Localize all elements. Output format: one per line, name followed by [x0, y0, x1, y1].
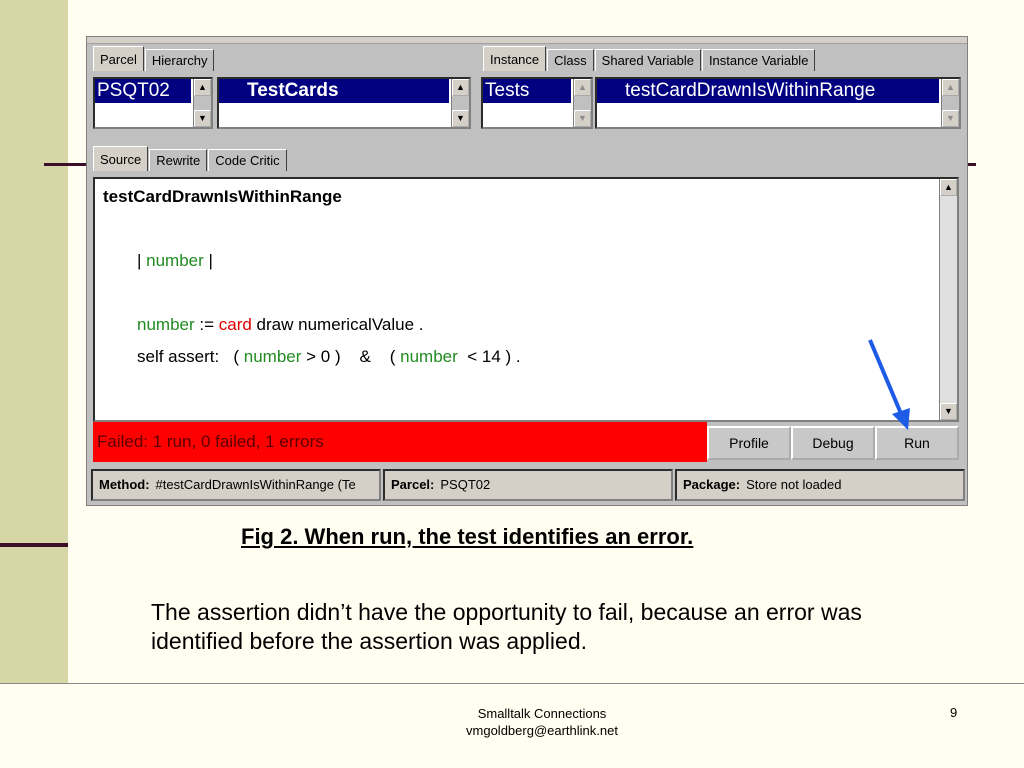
protocol-list-selected[interactable]: Tests — [483, 79, 571, 103]
window-top-strip — [87, 37, 967, 44]
class-list[interactable]: TestCards ▲ ▼ — [217, 77, 471, 129]
tab-code-critic[interactable]: Code Critic — [208, 149, 287, 171]
tab-source[interactable]: Source — [93, 146, 149, 171]
code-method-name: testCardDrawnIsWithinRange — [103, 187, 342, 206]
method-label: Method: — [99, 477, 150, 492]
slide-body-text: The assertion didn’t have the opportunit… — [151, 599, 862, 654]
tab-parcel[interactable]: Parcel — [93, 46, 144, 71]
tabs-parcel-hierarchy: Parcel Hierarchy — [93, 46, 215, 71]
page-number: 9 — [950, 705, 958, 720]
method-list[interactable]: testCardDrawnIsWithinRange ▲ ▼ — [595, 77, 961, 129]
code-line-assign: number := card draw numericalValue . — [137, 315, 424, 334]
package-value: Store not loaded — [746, 477, 842, 492]
decorative-line-bottom — [0, 543, 68, 547]
test-status-bar: Failed: 1 run, 0 failed, 1 errors — [93, 422, 707, 462]
scroll-up-icon[interactable]: ▲ — [940, 179, 957, 196]
scroll-down-icon[interactable]: ▼ — [452, 110, 469, 127]
scroll-up-icon[interactable]: ▲ — [452, 79, 469, 96]
annotation-arrow-icon — [868, 339, 910, 430]
parcel-label: Parcel: — [391, 477, 435, 492]
parcel-list-scrollbar[interactable]: ▲ ▼ — [193, 79, 211, 127]
method-info: Method: #testCardDrawnIsWithinRange (Te — [91, 469, 381, 501]
parcel-value: PSQT02 — [440, 477, 491, 492]
scroll-up-icon[interactable]: ▲ — [574, 79, 591, 96]
package-info: Package: Store not loaded — [675, 469, 965, 501]
decorative-line-top — [44, 163, 86, 166]
tab-instance-variable[interactable]: Instance Variable — [701, 49, 816, 71]
class-list-scrollbar[interactable]: ▲ ▼ — [451, 79, 469, 127]
footer-divider — [0, 683, 1024, 684]
code-line-assert: self assert: ( number > 0 ) & ( number <… — [137, 347, 521, 366]
tab-shared-variable[interactable]: Shared Variable — [594, 49, 701, 71]
package-label: Package: — [683, 477, 741, 492]
footer-title: Smalltalk Connections — [477, 706, 607, 721]
scroll-up-icon[interactable]: ▲ — [194, 79, 211, 96]
tab-hierarchy[interactable]: Hierarchy — [144, 49, 215, 71]
protocol-list-scrollbar[interactable]: ▲ ▼ — [573, 79, 591, 127]
browser-screenshot: Parcel Hierarchy Instance Class Shared V… — [86, 36, 968, 506]
figure-caption: Fig 2. When run, the test identifies an … — [241, 524, 694, 549]
profile-button[interactable]: Profile — [707, 426, 791, 460]
scroll-down-icon[interactable]: ▼ — [574, 110, 591, 127]
protocol-list[interactable]: Tests ▲ ▼ — [481, 77, 593, 129]
scroll-down-icon[interactable]: ▼ — [940, 403, 957, 420]
slide-sidebar — [0, 0, 68, 683]
decorative-line-right — [968, 163, 976, 166]
scroll-down-icon[interactable]: ▼ — [194, 110, 211, 127]
editor-scrollbar[interactable]: ▲ ▼ — [939, 179, 957, 420]
tab-instance[interactable]: Instance — [483, 46, 547, 71]
method-list-selected[interactable]: testCardDrawnIsWithinRange — [597, 79, 939, 103]
footer-email: vmgoldberg@earthlink.net — [466, 723, 618, 738]
parcel-info: Parcel: PSQT02 — [383, 469, 673, 501]
tabs-instance-class: Instance Class Shared Variable Instance … — [483, 46, 816, 71]
code-line-temps: | number | — [137, 251, 213, 270]
class-list-selected[interactable]: TestCards — [219, 79, 449, 103]
tabs-source: Source Rewrite Code Critic — [93, 146, 288, 171]
code-editor[interactable]: testCardDrawnIsWithinRange | number | nu… — [93, 177, 959, 422]
footer-text: Smalltalk Connections vmgoldberg@earthli… — [442, 705, 642, 739]
tab-rewrite[interactable]: Rewrite — [149, 149, 208, 171]
scroll-up-icon[interactable]: ▲ — [942, 79, 959, 96]
method-value: #testCardDrawnIsWithinRange (Te — [155, 477, 356, 492]
scroll-down-icon[interactable]: ▼ — [942, 110, 959, 127]
parcel-list[interactable]: PSQT02 ▲ ▼ — [93, 77, 213, 129]
method-list-scrollbar[interactable]: ▲ ▼ — [941, 79, 959, 127]
tab-class[interactable]: Class — [547, 49, 594, 71]
parcel-list-selected[interactable]: PSQT02 — [95, 79, 191, 103]
